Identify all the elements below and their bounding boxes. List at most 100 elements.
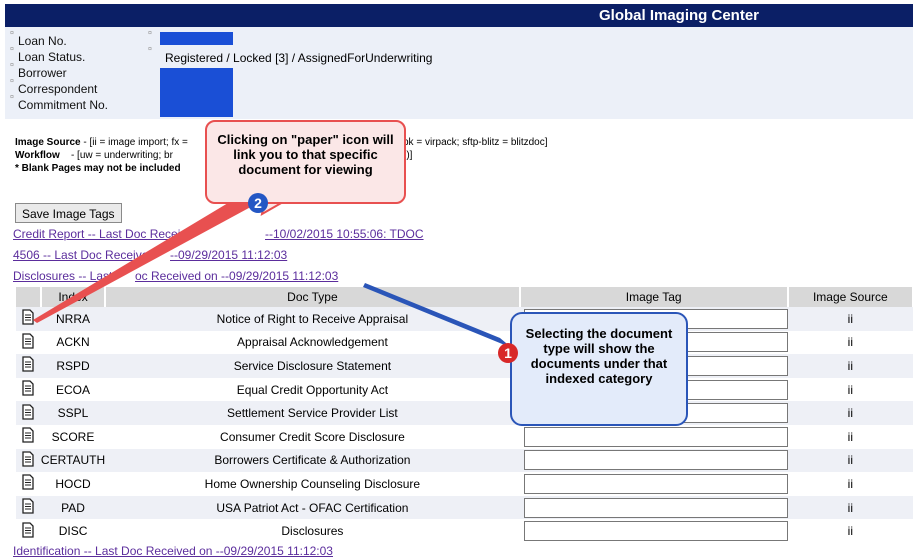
document-icon[interactable]: [16, 519, 41, 543]
loan-info-panel: ¤ Loan No. ¤ Loan Status. ¤ Borrower ¤ C…: [5, 27, 913, 119]
borrower-label: Borrower: [18, 66, 67, 80]
image-source-cell: ii: [787, 424, 913, 449]
index-cell: DISC: [40, 519, 106, 543]
doc-type-column-header: Doc Type: [105, 287, 521, 307]
icon-column-header: [16, 287, 42, 307]
index-cell: ACKN: [40, 330, 106, 355]
workflow-legend: Workflow - [uw = underwriting; br: [15, 150, 173, 161]
document-icon[interactable]: [16, 377, 41, 402]
table-row: DISC Disclosures ii: [16, 519, 913, 543]
step-2-badge: 2: [248, 193, 268, 213]
loan-status-label: Loan Status.: [18, 50, 86, 64]
table-row: SCORE Consumer Credit Score Disclosure ii: [16, 424, 913, 449]
document-icon[interactable]: [16, 472, 41, 496]
image-source-cell: ii: [787, 354, 913, 378]
image-source-legend: Image Source - [ii = image import; fx =: [15, 137, 188, 148]
credit-report-link[interactable]: Credit Report -- Last Doc Recei: [13, 227, 180, 241]
paper-icon-callout: Clicking on "paper" icon will link you t…: [205, 120, 406, 204]
image-source-cell: ii: [787, 307, 913, 331]
document-icon[interactable]: [16, 495, 41, 520]
image-tag-input[interactable]: [523, 450, 788, 471]
doc-type-cell[interactable]: Settlement Service Provider List: [105, 401, 520, 425]
doc-type-cell[interactable]: Service Disclosure Statement: [105, 354, 520, 378]
image-tag-input[interactable]: [523, 473, 788, 494]
doc-type-cell[interactable]: USA Patriot Act - OFAC Certification: [105, 495, 520, 520]
correspondent-label: Correspondent: [18, 82, 98, 96]
save-image-tags-button[interactable]: Save Image Tags: [15, 203, 122, 223]
image-tag-column-header: Image Tag: [519, 287, 789, 307]
disclosures-link-date[interactable]: oc Received on --09/29/2015 11:12:03: [135, 269, 338, 283]
table-row: NRRA Notice of Right to Receive Appraisal…: [16, 307, 913, 331]
doc-type-cell[interactable]: Borrowers Certificate & Authorization: [105, 448, 520, 473]
header-bar: Global Imaging Center: [5, 4, 913, 27]
table-row: SSPL Settlement Service Provider List ii: [16, 401, 913, 425]
identification-link[interactable]: Identification -- Last Doc Received on -…: [13, 544, 333, 558]
document-icon[interactable]: [16, 401, 41, 425]
index-cell: PAD: [40, 495, 106, 520]
document-icon[interactable]: [16, 424, 41, 449]
loan-no-redacted: [160, 32, 233, 45]
marker-icon: ¤: [10, 30, 14, 37]
table-row: ECOA Equal Credit Opportunity Act ii: [16, 377, 913, 402]
doc-type-cell[interactable]: Disclosures: [105, 519, 520, 543]
marker-icon: ¤: [10, 94, 14, 101]
index-cell: SSPL: [40, 401, 106, 425]
marker-icon: ¤: [10, 62, 14, 69]
table-row: CERTAUTH Borrowers Certificate & Authoriz…: [16, 448, 913, 473]
doc-type-cell[interactable]: Equal Credit Opportunity Act: [105, 377, 520, 402]
loan-status-value: Registered / Locked [3] / AssignedForUnd…: [165, 51, 433, 65]
step-1-badge: 1: [498, 343, 518, 363]
page-title: Global Imaging Center: [599, 7, 760, 24]
document-icon[interactable]: [16, 330, 41, 355]
image-tag-cell: [519, 424, 788, 449]
marker-icon: ¤: [10, 46, 14, 53]
credit-report-link-date[interactable]: --10/02/2015 10:55:06: TDOC: [265, 227, 424, 241]
image-source-cell: ii: [787, 519, 913, 543]
image-tag-cell: [519, 519, 788, 543]
image-source-cell: ii: [787, 377, 913, 402]
image-tag-input[interactable]: [523, 521, 788, 542]
doc-type-callout: Selecting the document type will show th…: [510, 312, 688, 426]
index-cell: CERTAUTH: [40, 448, 106, 473]
commitment-no-label: Commitment No.: [18, 98, 109, 112]
index-cell: ECOA: [40, 377, 106, 402]
image-tag-cell: [519, 495, 788, 520]
doc-type-cell[interactable]: Notice of Right to Receive Appraisal: [105, 307, 520, 331]
table-row: ACKN Appraisal Acknowledgement ii: [16, 330, 913, 355]
doc-type-cell[interactable]: Appraisal Acknowledgement: [105, 330, 520, 355]
image-source-cell: ii: [787, 401, 913, 425]
doc-type-cell[interactable]: Consumer Credit Score Disclosure: [105, 424, 520, 449]
doc-type-cell[interactable]: Home Ownership Counseling Disclosure: [105, 472, 520, 496]
blank-pages-note: * Blank Pages may not be included: [15, 163, 181, 174]
table-row: HOCD Home Ownership Counseling Disclosure…: [16, 472, 913, 496]
image-tag-cell: [519, 472, 788, 496]
document-icon[interactable]: [16, 448, 41, 473]
document-icon[interactable]: [16, 307, 41, 331]
marker-icon: ¤: [10, 78, 14, 85]
table-row: PAD USA Patriot Act - OFAC Certification i…: [16, 495, 913, 520]
document-icon[interactable]: [16, 354, 41, 378]
4506-link-date[interactable]: --09/29/2015 11:12:03: [170, 248, 287, 262]
4506-link[interactable]: 4506 -- Last Doc Receive: [13, 248, 148, 262]
image-source-legend-tail: vpk = virpack; sftp-blitz = blitzdoc]: [398, 137, 548, 148]
documents-table: Index Doc Type Image Tag Image Source NR…: [16, 287, 915, 543]
index-column-header: Index: [40, 287, 107, 307]
borrower-info-redacted: [160, 68, 233, 117]
image-tag-input[interactable]: [523, 426, 788, 447]
marker-icon: ¤: [148, 46, 152, 53]
image-source-cell: ii: [787, 495, 913, 520]
index-cell: RSPD: [40, 354, 106, 378]
disclosures-link[interactable]: Disclosures -- Last: [13, 269, 112, 283]
index-cell: NRRA: [40, 307, 106, 331]
image-tag-input[interactable]: [523, 497, 788, 518]
image-source-column-header: Image Source: [787, 287, 915, 307]
index-cell: HOCD: [40, 472, 106, 496]
image-source-cell: ii: [787, 448, 913, 473]
marker-icon: ¤: [148, 30, 152, 37]
image-source-cell: ii: [787, 472, 913, 496]
image-tag-cell: [519, 448, 788, 473]
index-cell: SCORE: [40, 424, 106, 449]
loan-no-label: Loan No.: [18, 34, 67, 48]
image-source-cell: ii: [787, 330, 913, 355]
table-row: RSPD Service Disclosure Statement ii: [16, 354, 913, 378]
